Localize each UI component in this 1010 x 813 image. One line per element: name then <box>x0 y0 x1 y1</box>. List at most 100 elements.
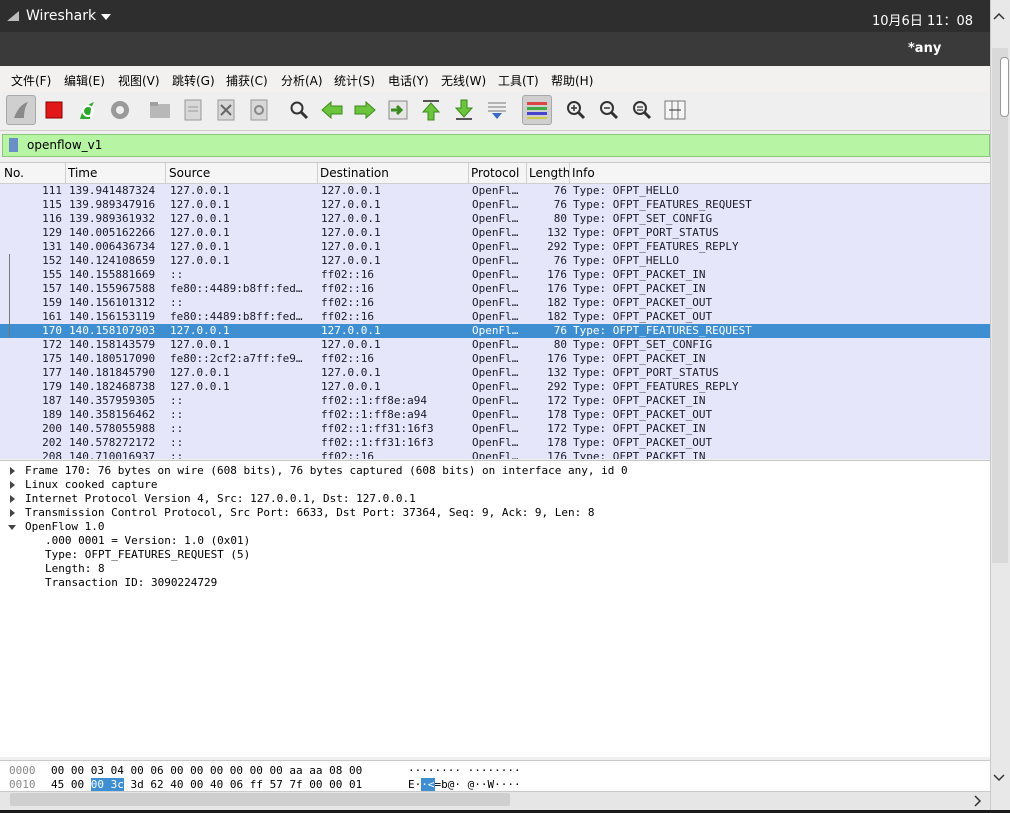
go-back-icon[interactable] <box>318 96 346 124</box>
detail-section[interactable]: OpenFlow 1.0 <box>25 520 104 534</box>
hex-offset-value[interactable]: 0000 <box>9 764 36 777</box>
cell-destination: ff02::16 <box>321 282 374 295</box>
collapse-arrow-icon[interactable] <box>8 525 16 530</box>
app-menu-label[interactable]: Wireshark <box>26 8 96 24</box>
column-header-protocol[interactable]: Protocol <box>471 166 519 180</box>
table-row[interactable]: 157 140.155967588 fe80::4489:b8ff:fed… ff02… <box>0 282 990 296</box>
table-row[interactable]: 200 140.578055988:: ff02::1:ff31:16f3 OpenF… <box>0 422 990 436</box>
table-row[interactable]: 152 140.124108659 127.0.0.1 127.0.0.1 OpenFl… <box>0 254 990 268</box>
capture-options-icon[interactable] <box>106 96 134 124</box>
save-file-icon[interactable] <box>179 96 207 124</box>
close-file-icon[interactable] <box>212 96 240 124</box>
packet-list[interactable]: No. Time Source Destination Protocol Len… <box>0 162 990 459</box>
cell-source: 127.0.0.1 <box>170 212 230 225</box>
menu-telephony[interactable]: 电话(Y) <box>388 72 429 89</box>
detail-field[interactable]: .000 0001 = Version: 1.0 (0x01) <box>45 534 250 548</box>
scroll-down-icon[interactable] <box>993 774 1005 782</box>
hex-offset-value[interactable]: 0010 <box>9 778 36 791</box>
detail-section[interactable]: Internet Protocol Version 4, Src: 127.0.… <box>25 492 416 506</box>
menu-capture[interactable]: 捕获(C) <box>226 72 268 89</box>
table-row[interactable]: 131 140.006436734 127.0.0.1 127.0.0.1 OpenFl… <box>0 240 990 254</box>
table-row[interactable]: 115 139.989347916 127.0.0.1 127.0.0.1 OpenFl… <box>0 198 990 212</box>
menu-edit[interactable]: 编辑(E) <box>64 72 105 89</box>
zoom-out-icon[interactable] <box>595 96 623 124</box>
table-row[interactable]: 129 140.005162266 127.0.0.1 127.0.0.1 OpenFl… <box>0 226 990 240</box>
detail-field[interactable]: Length: 8 <box>45 562 105 576</box>
expand-arrow-icon[interactable] <box>10 495 15 503</box>
table-row[interactable]: 187 140.357959305:: ff02::1:ff8e:a94 OpenFl… <box>0 394 990 408</box>
hex-bytes-highlight[interactable]: 00 3c <box>90 778 124 791</box>
table-row[interactable]: 170 140.158107903 127.0.0.1 127.0.0.1 OpenFl… <box>0 324 990 338</box>
table-row[interactable]: 208 140.710016937:: ff02::16 OpenFl… 176 Type… <box>0 450 990 459</box>
detail-field[interactable]: Transaction ID: 3090224729 <box>45 576 217 590</box>
table-row[interactable]: 111 139.941487324 127.0.0.1 127.0.0.1 OpenFl… <box>0 184 990 198</box>
colorize-icon[interactable] <box>522 95 552 125</box>
column-header-time[interactable]: Time <box>68 166 97 180</box>
menu-wireless[interactable]: 无线(W) <box>441 72 486 89</box>
auto-scroll-icon[interactable] <box>483 96 511 124</box>
go-to-packet-icon[interactable] <box>384 96 412 124</box>
menu-view[interactable]: 视图(V) <box>118 72 160 89</box>
horizontal-scroll-thumb[interactable] <box>10 793 510 806</box>
table-row[interactable]: 159 140.156101312:: ff02::16 OpenFl… 182 Type… <box>0 296 990 310</box>
table-row[interactable]: 177 140.181845790 127.0.0.1 127.0.0.1 OpenFl… <box>0 366 990 380</box>
resize-columns-icon[interactable] <box>661 96 689 124</box>
table-row[interactable]: 116 139.989361932 127.0.0.1 127.0.0.1 OpenFl… <box>0 212 990 226</box>
display-filter-value[interactable]: openflow_v1 <box>27 138 102 152</box>
menu-go[interactable]: 跳转(G) <box>172 72 215 89</box>
shark-fin-icon[interactable] <box>6 95 36 125</box>
hex-bytes-text[interactable]: 45 00 <box>51 778 91 791</box>
hex-bytes-text[interactable]: 00 00 03 04 00 06 00 00 00 00 00 00 aa a… <box>51 764 362 777</box>
expand-arrow-icon[interactable] <box>10 467 15 475</box>
reload-file-icon[interactable] <box>245 96 273 124</box>
detail-section[interactable]: Transmission Control Protocol, Src Port:… <box>25 506 595 520</box>
vertical-scroll-track[interactable] <box>992 48 1008 563</box>
zoom-normal-icon[interactable] <box>628 96 656 124</box>
table-row[interactable]: 161 140.156153119 fe80::4489:b8ff:fed… ff02… <box>0 310 990 324</box>
zoom-in-icon[interactable] <box>562 96 590 124</box>
bookmark-icon[interactable] <box>9 138 18 152</box>
display-filter-input[interactable]: openflow_v1 <box>2 134 990 157</box>
menu-tools[interactable]: 工具(T) <box>498 72 539 89</box>
detail-field[interactable]: Type: OFPT_FEATURES_REQUEST (5) <box>45 548 250 562</box>
hex-ascii-text[interactable]: ········ ········ <box>408 764 521 777</box>
menu-analyze[interactable]: 分析(A) <box>281 72 323 89</box>
hex-ascii-text[interactable]: E· <box>408 778 421 791</box>
stop-capture-icon[interactable] <box>40 96 68 124</box>
column-header-destination[interactable]: Destination <box>320 166 389 180</box>
menu-help[interactable]: 帮助(H) <box>551 72 593 89</box>
hex-ascii-highlight[interactable]: ·< <box>421 778 435 791</box>
menu-statistics[interactable]: 统计(S) <box>334 72 375 89</box>
table-row[interactable]: 202 140.578272172:: ff02::1:ff31:16f3 OpenF… <box>0 436 990 450</box>
hex-bytes-text[interactable]: 3d 62 40 00 40 06 ff 57 7f 00 00 01 <box>124 778 362 791</box>
table-row[interactable]: 172 140.158143579 127.0.0.1 127.0.0.1 OpenFl… <box>0 338 990 352</box>
scroll-up-icon[interactable] <box>993 12 1005 20</box>
detail-section[interactable]: Linux cooked capture <box>25 478 157 492</box>
expand-arrow-icon[interactable] <box>10 509 15 517</box>
column-header-source[interactable]: Source <box>169 166 210 180</box>
packet-details[interactable]: Frame 170: 76 bytes on wire (608 bits), … <box>0 460 990 757</box>
find-packet-icon[interactable] <box>285 96 313 124</box>
table-row[interactable]: 189 140.358156462:: ff02::1:ff8e:a94 OpenFl… <box>0 408 990 422</box>
chevron-down-icon[interactable] <box>101 14 111 20</box>
open-file-icon[interactable] <box>146 96 174 124</box>
expand-arrow-icon[interactable] <box>10 481 15 489</box>
packet-bytes[interactable]: 0000 00 00 03 04 00 06 00 00 00 00 00 00 … <box>0 760 990 791</box>
clock[interactable]: 10月6日 11：08 <box>872 10 973 29</box>
table-row[interactable]: 155 140.155881669:: ff02::16 OpenFl… 176 Type… <box>0 268 990 282</box>
detail-section[interactable]: Frame 170: 76 bytes on wire (608 bits), … <box>25 464 628 478</box>
go-forward-icon[interactable] <box>351 96 379 124</box>
table-row[interactable]: 175 140.180517090 fe80::2cf2:a7ff:fe9… ff02… <box>0 352 990 366</box>
cell-protocol: OpenFl… <box>472 366 519 379</box>
menu-file[interactable]: 文件(F) <box>11 72 51 89</box>
go-first-icon[interactable] <box>417 96 445 124</box>
restart-capture-icon[interactable] <box>73 96 101 124</box>
column-header-length[interactable]: Length <box>529 166 570 180</box>
table-row[interactable]: 179 140.182468738 127.0.0.1 127.0.0.1 OpenFl… <box>0 380 990 394</box>
column-header-info[interactable]: Info <box>572 166 595 180</box>
vertical-scroll-thumb[interactable] <box>1000 57 1009 117</box>
scroll-right-icon[interactable] <box>974 795 982 807</box>
go-last-icon[interactable] <box>450 96 478 124</box>
column-header-no[interactable]: No. <box>4 166 24 180</box>
hex-ascii-text[interactable]: =b@· @··W···· <box>435 778 521 791</box>
